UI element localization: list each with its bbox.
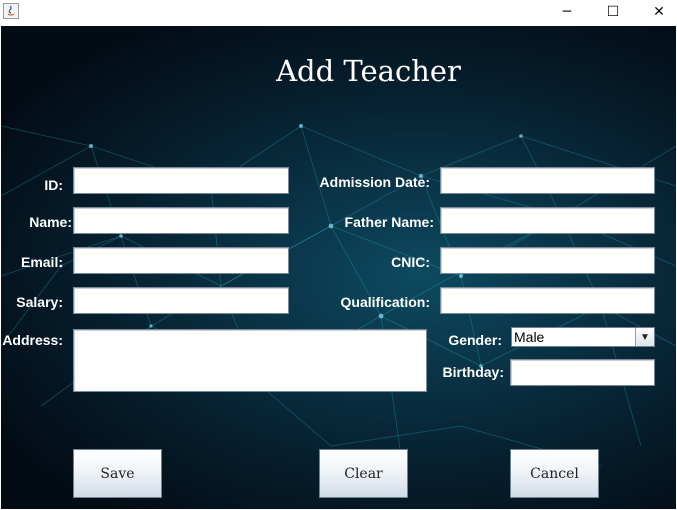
gender-dropdown[interactable]: Male ▼ [511,327,655,347]
save-button[interactable]: Save [73,449,162,498]
cancel-button[interactable]: Cancel [510,449,599,498]
title-bar: ─ ☐ ✕ [0,0,677,26]
salary-label: Salary: [16,294,63,310]
cnic-input[interactable] [440,247,655,274]
minimize-button[interactable]: ─ [544,0,590,24]
id-label: ID: [44,177,63,193]
birthday-label: Birthday: [442,364,504,380]
salary-input[interactable] [73,287,289,314]
java-app-icon [3,3,19,19]
email-input[interactable] [73,247,289,274]
email-label: Email: [20,254,63,270]
chevron-down-icon[interactable]: ▼ [635,328,654,346]
qualification-label: Qualification: [340,294,430,310]
admission-date-label: Admission Date: [319,174,430,190]
father-name-input[interactable] [440,207,655,234]
id-input[interactable] [73,167,289,194]
gender-selected-value: Male [514,329,545,345]
maximize-icon: ☐ [606,4,620,20]
gender-label: Gender: [448,332,502,348]
address-label: Address: [2,332,63,348]
name-label: Name: [29,214,72,230]
form-panel: Add Teacher ID: Name: Email: Salary: Add… [1,26,676,509]
cnic-label: CNIC: [391,254,430,270]
form-title: Add Teacher [276,54,461,88]
close-button[interactable]: ✕ [636,0,677,24]
name-input[interactable] [73,207,289,234]
minimize-icon: ─ [562,4,572,20]
maximize-button[interactable]: ☐ [590,0,636,24]
address-textarea[interactable] [73,329,427,392]
admission-date-input[interactable] [440,167,655,194]
father-name-label: Father Name: [344,214,434,230]
close-icon: ✕ [653,4,665,20]
clear-button[interactable]: Clear [319,449,408,498]
qualification-input[interactable] [440,287,655,314]
birthday-input[interactable] [510,359,655,386]
